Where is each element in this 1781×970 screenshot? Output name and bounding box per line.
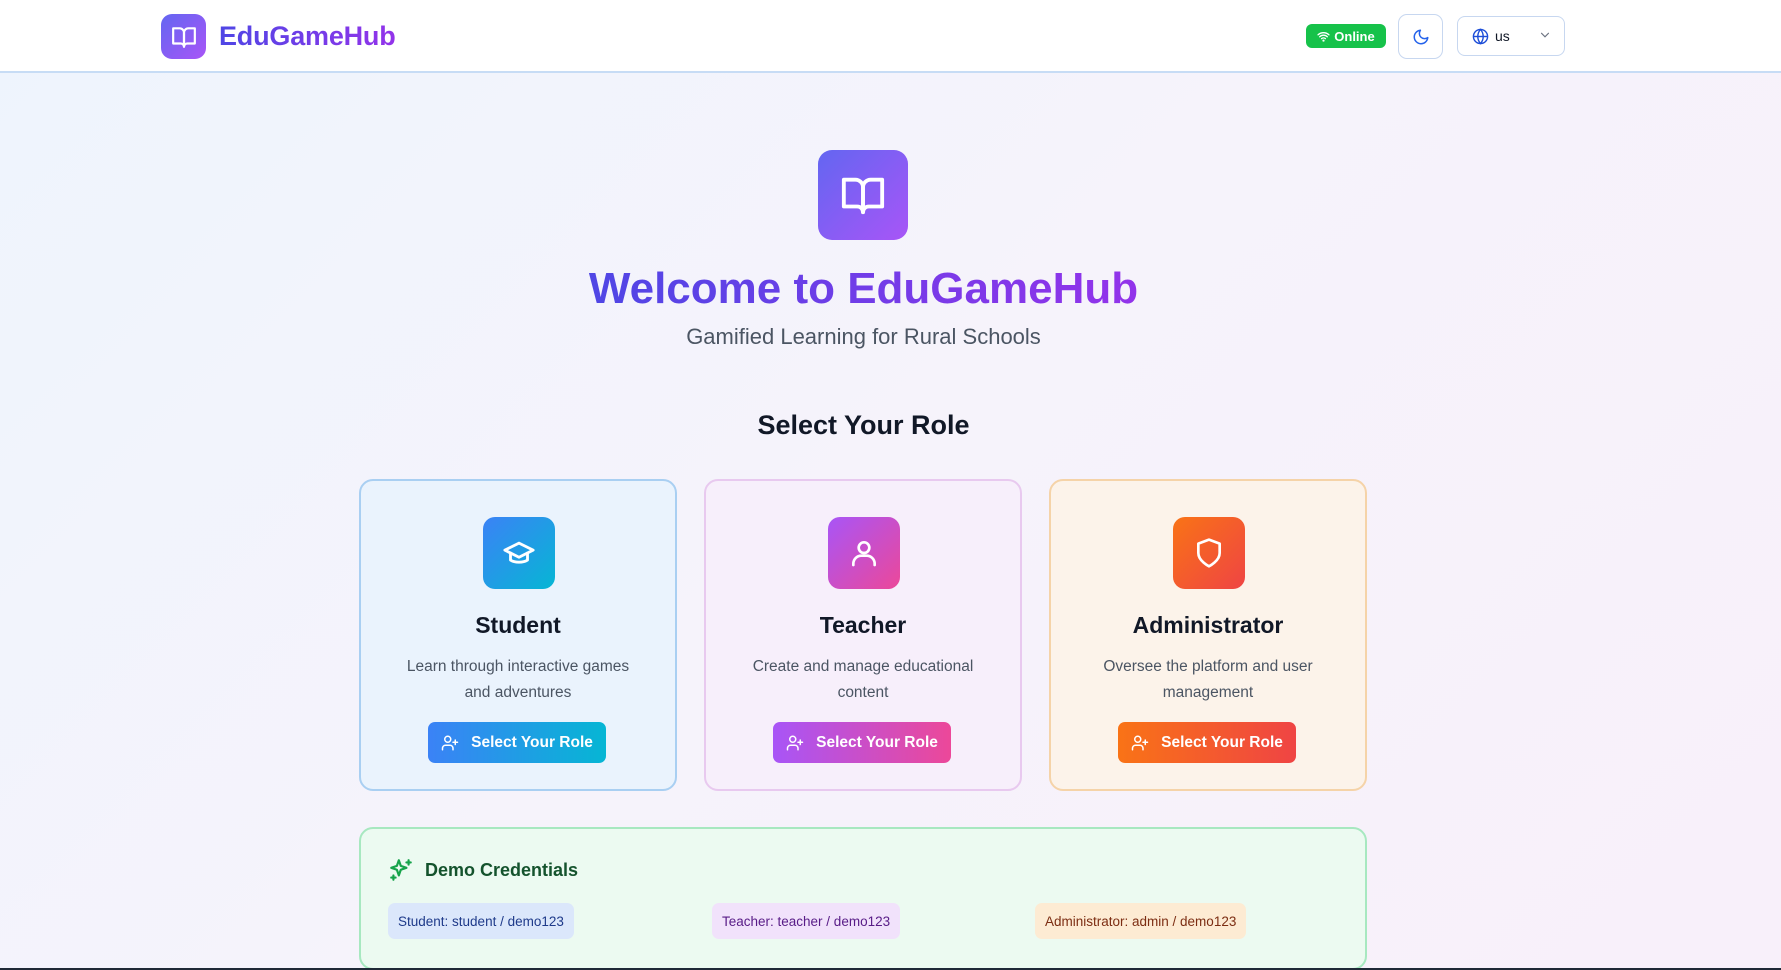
select-student-role-button[interactable]: Select Your Role <box>428 722 606 763</box>
administrator-credential: Administrator: admin / demo123 <box>1035 903 1247 939</box>
status-text: Online <box>1334 28 1375 44</box>
demo-header: Demo Credentials <box>388 857 578 883</box>
user-plus-icon <box>786 735 804 750</box>
demo-title: Demo Credentials <box>425 859 579 880</box>
graduation-cap-icon <box>483 517 555 589</box>
sparkles-icon <box>390 859 412 881</box>
teacher-credential: Teacher: teacher / demo123 <box>712 903 901 939</box>
button-label: Select Your Role <box>471 733 593 751</box>
page-title: Welcome to EduGameHub <box>588 264 1139 313</box>
student-credential: Student: student / demo123 <box>388 903 574 939</box>
top-navbar: EduGameHub Online us <box>0 0 1781 73</box>
brand[interactable]: EduGameHub <box>161 14 396 59</box>
role-description: Oversee the platform and user management <box>1103 658 1313 701</box>
button-label: Select Your Role <box>1161 733 1283 751</box>
chevron-down-icon <box>1540 32 1550 38</box>
page-subtitle: Gamified Learning for Rural Schools <box>686 324 1041 349</box>
role-card-administrator[interactable]: Administrator Oversee the platform and u… <box>1049 479 1367 791</box>
button-label: Select Your Role <box>816 733 938 751</box>
language-value: us <box>1495 28 1510 44</box>
user-plus-icon <box>441 735 459 750</box>
select-teacher-role-button[interactable]: Select Your Role <box>773 722 951 763</box>
section-title: Select Your Role <box>757 410 970 440</box>
brand-name: EduGameHub <box>219 21 396 51</box>
book-icon <box>161 14 206 59</box>
user-icon <box>828 517 900 589</box>
role-description: Learn through interactive games and adve… <box>406 658 630 701</box>
role-description: Create and manage educational content <box>752 658 974 701</box>
wifi-icon <box>1317 31 1330 42</box>
theme-toggle-button[interactable] <box>1398 14 1443 59</box>
moon-icon <box>1413 29 1428 44</box>
role-card-student[interactable]: Student Learn through interactive games … <box>359 479 677 791</box>
user-plus-icon <box>1131 735 1149 750</box>
select-administrator-role-button[interactable]: Select Your Role <box>1118 722 1296 763</box>
online-status-badge: Online <box>1306 24 1386 48</box>
role-card-teacher[interactable]: Teacher Create and manage educational co… <box>704 479 1022 791</box>
globe-icon <box>1472 27 1489 45</box>
hero-book-icon <box>818 150 908 240</box>
language-select[interactable]: us <box>1457 16 1565 56</box>
role-name: Teacher <box>819 612 907 638</box>
shield-icon <box>1173 517 1245 589</box>
role-name: Administrator <box>1132 612 1284 638</box>
demo-credentials-panel: Demo Credentials Student: student / demo… <box>359 827 1367 970</box>
role-name: Student <box>475 612 561 638</box>
